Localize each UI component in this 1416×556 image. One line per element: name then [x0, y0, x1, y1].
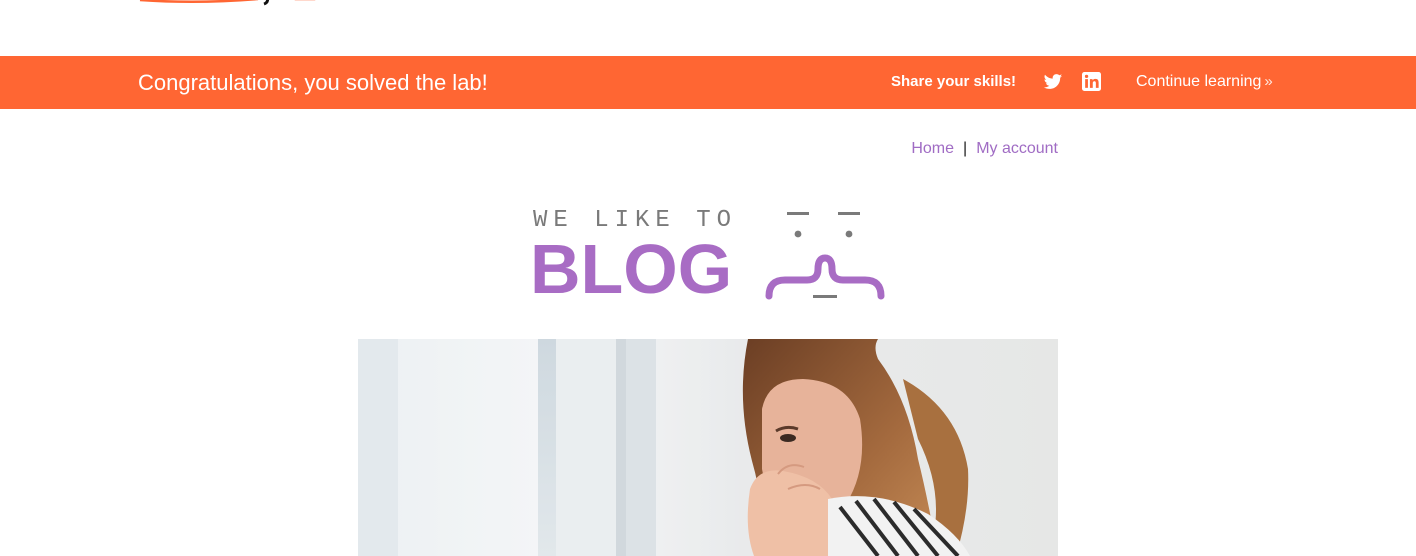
woman-surprised-photo	[358, 339, 1058, 556]
double-chevron-right-icon: »	[1264, 73, 1273, 90]
blog-logo-face-icon	[765, 212, 885, 300]
linkedin-icon	[1082, 72, 1101, 91]
share-skills-label: Share your skills!	[891, 73, 1017, 90]
site-logo-fragment[interactable]	[138, 0, 328, 6]
hero-image	[358, 339, 1058, 556]
home-link[interactable]: Home	[911, 140, 954, 157]
twitter-icon	[1043, 74, 1063, 89]
nav-separator: |	[963, 140, 968, 157]
twitter-share-button[interactable]	[1043, 72, 1063, 92]
linkedin-share-button[interactable]	[1082, 72, 1101, 91]
blog-logo: WE LIKE TO BLOG	[530, 206, 890, 306]
continue-learning-label: Continue learning	[1136, 73, 1262, 90]
continue-learning-link[interactable]: Continue learning»	[1136, 73, 1273, 91]
banner-title: Congratulations, you solved the lab!	[138, 70, 488, 95]
lab-solved-banner: Congratulations, you solved the lab! Sha…	[0, 56, 1416, 109]
my-account-link[interactable]: My account	[976, 140, 1058, 157]
account-nav: Home | My account	[911, 139, 1058, 159]
blog-logo-word: BLOG	[530, 230, 733, 308]
site-header	[0, 0, 1416, 56]
